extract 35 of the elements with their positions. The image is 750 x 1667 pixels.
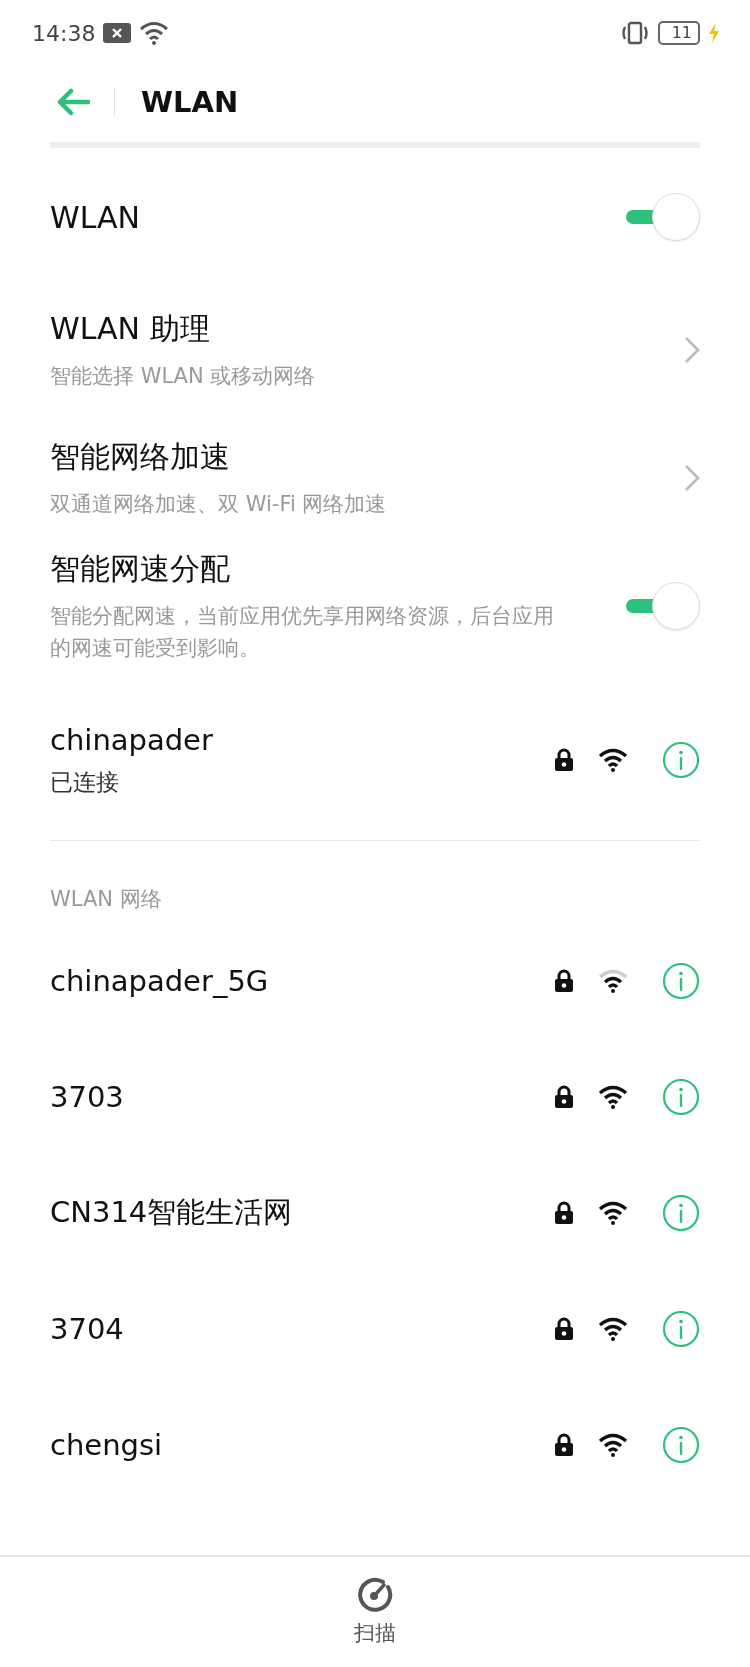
- setting-description: 智能分配网速，当前应用优先享用网络资源，后台应用的网速可能受到影响。: [50, 602, 555, 662]
- scan-button[interactable]: 扫描: [344, 1573, 406, 1651]
- info-icon[interactable]: [662, 1194, 700, 1232]
- info-icon[interactable]: [662, 1078, 700, 1116]
- status-time: 14:38: [32, 20, 96, 46]
- setting-title: 智能网络加速: [50, 437, 231, 476]
- setting-description: 双通道网络加速、双 Wi-Fi 网络加速: [50, 490, 387, 518]
- chevron-right-icon[interactable]: [684, 336, 700, 364]
- info-icon[interactable]: [662, 1426, 700, 1464]
- chevron-right-icon[interactable]: [684, 464, 700, 492]
- charging-icon: [708, 23, 720, 43]
- setting-title: WLAN 助理: [50, 309, 211, 348]
- network-name[interactable]: 3704: [50, 1312, 124, 1346]
- section-label: WLAN 网络: [50, 886, 163, 913]
- network-name[interactable]: chengsi: [50, 1428, 163, 1462]
- network-name[interactable]: 3703: [50, 1080, 124, 1114]
- network-name[interactable]: CN314智能生活网: [50, 1193, 293, 1233]
- battery-indicator: 11: [657, 21, 700, 45]
- info-icon[interactable]: [662, 962, 700, 1000]
- setting-description: 智能选择 WLAN 或移动网络: [50, 362, 316, 390]
- info-icon[interactable]: [662, 741, 700, 779]
- wifi-status-icon: [139, 21, 170, 45]
- connection-status: 已连接: [50, 767, 120, 797]
- info-icon[interactable]: [662, 1310, 700, 1348]
- toggle-switch[interactable]: [624, 581, 700, 631]
- network-name[interactable]: chinapader: [50, 722, 213, 757]
- vibrate-icon: [619, 21, 650, 45]
- gauge-icon: [357, 1577, 393, 1613]
- toggle-switch[interactable]: [624, 192, 700, 242]
- setting-title: 智能网速分配: [50, 549, 231, 588]
- sim-card-icon: [103, 23, 132, 43]
- network-name[interactable]: chinapader_5G: [50, 964, 269, 998]
- page-title: WLAN: [141, 85, 239, 119]
- back-arrow-icon[interactable]: [56, 88, 90, 116]
- setting-title: WLAN: [50, 199, 141, 235]
